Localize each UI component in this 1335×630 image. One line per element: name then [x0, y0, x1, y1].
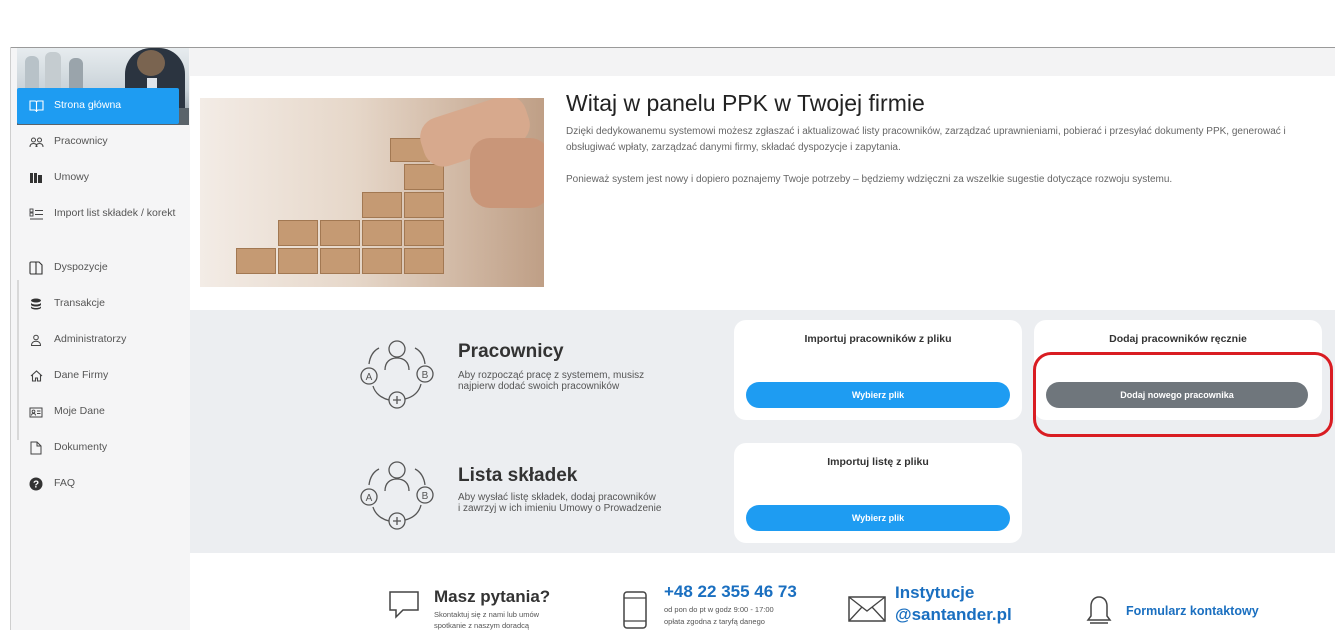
chat-bubble-icon [389, 591, 419, 619]
contact-form-link[interactable]: Formularz kontaktowy [1126, 604, 1259, 618]
database-icon [28, 297, 44, 311]
section-title-pracownicy: Pracownicy [458, 341, 564, 362]
sidebar-item-label: Transakcje [54, 297, 105, 309]
choose-file-button[interactable]: Wybierz plik [746, 382, 1010, 408]
main-top-shade [190, 48, 1335, 76]
sidebar-item-label: Umowy [54, 171, 90, 183]
import-list-card: Importuj listę z pliku Wybierz plik [734, 443, 1022, 543]
sidebar-item-import-list[interactable]: Import list składek / korekt [17, 196, 179, 250]
sidebar-item-pracownicy[interactable]: Pracownicy [17, 124, 179, 160]
page-title: Witaj w panelu PPK w Twojej firmie [566, 90, 925, 116]
sidebar-item-label: Dyspozycje [54, 261, 108, 273]
welcome-feedback-note: Ponieważ system jest nowy i dopiero pozn… [566, 174, 1173, 185]
id-card-icon [28, 405, 44, 419]
card-title: Dodaj pracowników ręcznie [1109, 333, 1247, 345]
section-desc-lista-skladek: Aby wysłać listę składek, dodaj pracowni… [458, 492, 698, 514]
users-icon [28, 135, 44, 149]
phone-icon [623, 591, 647, 629]
sidebar-item-moje-dane[interactable]: Moje Dane [17, 394, 179, 430]
sidebar-nav: Strona główna Pracownicy Umowy Import li… [17, 88, 179, 502]
sidebar-item-strona-glowna[interactable]: Strona główna [17, 88, 179, 124]
choose-file-button[interactable]: Wybierz plik [746, 505, 1010, 531]
workflow-cycle-icon: A B [360, 461, 434, 530]
sidebar-item-umowy[interactable]: Umowy [17, 160, 179, 196]
desc-line: najpierw dodać swoich pracowników [458, 381, 620, 392]
svg-text:?: ? [33, 480, 39, 491]
section-title-lista-skladek: Lista składek [458, 465, 578, 486]
file-icon [28, 441, 44, 455]
welcome-description: Dzięki dedykowanemu systemowi możesz zgł… [566, 126, 1286, 153]
section-desc-pracownicy: Aby rozpocząć pracę z systemem, musisz n… [458, 370, 698, 392]
desc-line: Aby rozpocząć pracę z systemem, musisz [458, 370, 645, 381]
import-employees-card: Importuj pracowników z pliku Wybierz pli… [734, 320, 1022, 420]
email-link-line1[interactable]: Instytucje [895, 583, 974, 603]
desc-line: i zawrzyj w ich imieniu Umowy o Prowadze… [458, 503, 662, 514]
email-link-line2[interactable]: @santander.pl [895, 605, 1012, 625]
sidebar-item-administratorzy[interactable]: Administratorzy [17, 322, 179, 358]
top-blank-area [0, 0, 1335, 47]
phone-number-link[interactable]: +48 22 355 46 73 [664, 582, 797, 602]
highlight-outline [1033, 352, 1333, 437]
person-icon [28, 333, 44, 347]
binder-icon [28, 171, 44, 185]
sidebar-item-label: FAQ [54, 477, 76, 489]
cycle-label-a: A [366, 493, 373, 504]
cycle-label-b: B [422, 370, 429, 381]
phone-fee-note: opłata zgodna z taryfą danego [664, 617, 765, 626]
phone-hours: od pon do pt w godz 9:00 - 17:00 [664, 605, 774, 614]
sidebar-item-label: Dokumenty [54, 441, 108, 453]
desc-line: Aby wysłać listę składek, dodaj pracowni… [458, 492, 656, 503]
question-circle-icon: ? [28, 477, 44, 491]
list-import-icon [28, 207, 44, 221]
card-title: Importuj listę z pliku [827, 456, 929, 468]
sidebar-item-label: Pracownicy [54, 135, 108, 147]
questions-sub-2: spotkanie z naszym doradcą [434, 621, 530, 630]
sidebar-item-transakcje[interactable]: Transakcje [17, 286, 179, 322]
workflow-cycle-icon: A B [360, 340, 434, 409]
sidebar-item-label: Import list składek / korekt [54, 207, 176, 219]
book-icon [28, 99, 44, 113]
documents-icon [28, 261, 44, 275]
sidebar-item-faq[interactable]: ? FAQ [17, 466, 179, 502]
hero-image-blocks [200, 98, 544, 287]
sidebar-item-label: Administratorzy [54, 333, 127, 345]
card-title: Importuj pracowników z pliku [804, 333, 952, 345]
sidebar-item-dyspozycje[interactable]: Dyspozycje [17, 250, 179, 286]
home-icon [28, 369, 44, 383]
sidebar-item-label: Strona główna [54, 99, 122, 111]
sidebar-item-label: Moje Dane [54, 405, 105, 417]
envelope-icon [848, 596, 886, 622]
sidebar-item-dokumenty[interactable]: Dokumenty [17, 430, 179, 466]
sidebar-item-dane-firmy[interactable]: Dane Firmy [17, 358, 179, 394]
bell-icon [1086, 596, 1112, 624]
cycle-label-a: A [366, 372, 373, 383]
cycle-label-b: B [422, 491, 429, 502]
questions-sub-1: Skontaktuj się z nami lub umów [434, 610, 540, 619]
sidebar-item-label: Dane Firmy [54, 369, 109, 381]
questions-title: Masz pytania? [434, 587, 551, 606]
